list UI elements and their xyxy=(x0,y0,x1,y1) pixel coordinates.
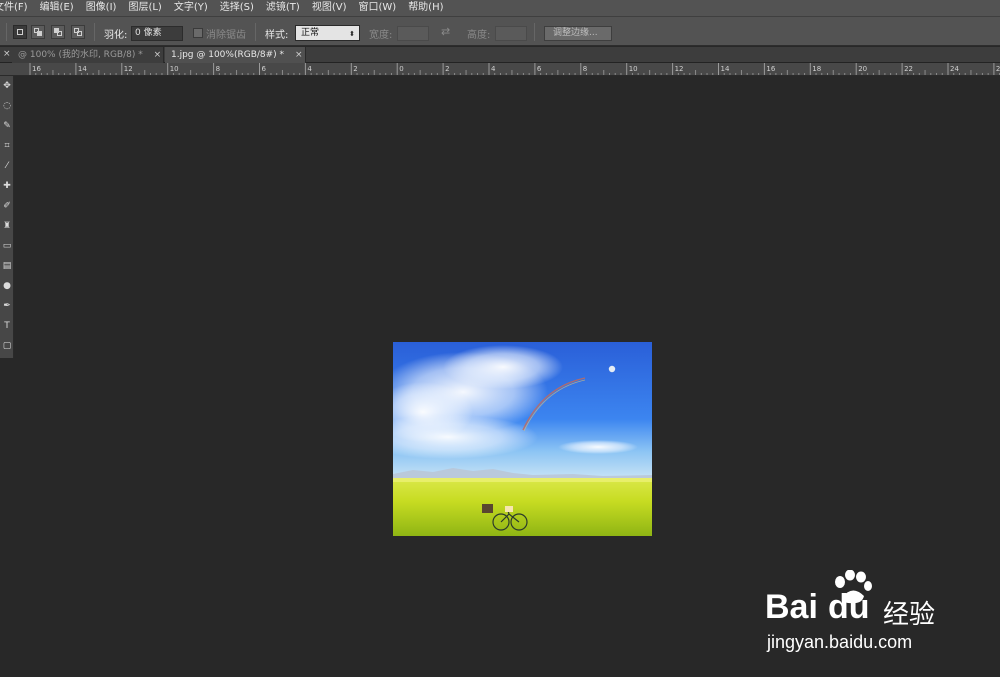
swap-icon[interactable]: ⇄ xyxy=(441,25,450,38)
divider xyxy=(255,23,256,41)
menu-type[interactable]: 文字(Y) xyxy=(168,0,214,16)
eraser-tool-icon[interactable]: ▭ xyxy=(0,236,14,256)
ruler-label: 6 xyxy=(262,65,267,73)
width-label: 宽度: xyxy=(369,30,393,41)
ruler-label: 6 xyxy=(537,65,542,73)
ruler-label: 2 xyxy=(445,65,449,73)
menu-image[interactable]: 图像(I) xyxy=(80,0,123,16)
ruler-label: 10 xyxy=(629,65,638,73)
feather-input[interactable]: 0 像素 xyxy=(131,26,183,41)
lasso-tool-icon[interactable]: ◌ xyxy=(0,96,14,116)
ruler-label: 16 xyxy=(32,65,41,73)
menu-filter[interactable]: 滤镜(T) xyxy=(260,0,306,16)
close-icon[interactable]: × xyxy=(154,50,162,60)
menu-file[interactable]: 文件(F) xyxy=(0,0,34,16)
ruler-label: 20 xyxy=(858,65,867,73)
brush-tool-icon[interactable]: ✐ xyxy=(0,196,14,216)
tab-1-jpg[interactable]: 1.jpg @ 100%(RGB/8#) * × xyxy=(165,47,306,63)
width-input[interactable] xyxy=(397,26,429,41)
close-icon[interactable]: × xyxy=(295,50,303,60)
horizontal-ruler[interactable]: 16141210864202468101214161820222426 xyxy=(14,63,1000,76)
healing-brush-tool-icon[interactable]: ✚ xyxy=(0,176,14,196)
subtract-selection-button[interactable] xyxy=(51,25,65,39)
watermark-url: jingyan.baidu.com xyxy=(767,632,913,652)
panel-close-icon[interactable]: × xyxy=(3,49,11,59)
ruler-label: 0 xyxy=(399,65,403,73)
ruler-label: 4 xyxy=(491,65,496,73)
baidu-jingyan-watermark: Bai du 经验 jingyan.baidu.com xyxy=(760,568,960,658)
tab-label: @ 100% (我的水印, RGB/8) * xyxy=(18,50,143,60)
ruler-label: 12 xyxy=(124,65,133,73)
add-selection-button[interactable] xyxy=(31,25,45,39)
antialias-checkbox[interactable] xyxy=(193,28,203,38)
shape-tool-icon[interactable]: ▢ xyxy=(0,336,14,356)
watermark-product: 经验 xyxy=(883,599,936,629)
dropdown-arrow-icon: ⬍ xyxy=(349,30,355,38)
ruler-label: 26 xyxy=(996,65,1000,73)
clone-stamp-tool-icon[interactable]: ♜ xyxy=(0,216,14,236)
ruler-label: 24 xyxy=(950,65,959,73)
options-bar: 羽化: 0 像素 消除锯齿 样式: 正常 ⬍ 宽度: ⇄ 高度: 调整边缘... xyxy=(0,16,1000,46)
watermark-brand: Bai xyxy=(765,588,818,626)
menu-layer[interactable]: 图层(L) xyxy=(122,0,167,16)
menu-view[interactable]: 视图(V) xyxy=(306,0,353,16)
divider xyxy=(94,23,95,41)
ruler-ticks: 16141210864202468101214161820222426 xyxy=(29,63,1000,75)
height-input[interactable] xyxy=(495,26,527,41)
ruler-label: 14 xyxy=(721,65,730,73)
style-value: 正常 xyxy=(301,28,320,38)
menu-bar: 文件(F) 编辑(E) 图像(I) 图层(L) 文字(Y) 选择(S) 滤镜(T… xyxy=(0,0,1000,16)
new-selection-icon xyxy=(17,29,23,35)
crop-tool-icon[interactable]: ⌗ xyxy=(0,136,14,156)
landscape-photo xyxy=(393,342,652,536)
document-image[interactable] xyxy=(393,342,652,536)
menu-help[interactable]: 帮助(H) xyxy=(402,0,449,16)
ruler-label: 14 xyxy=(78,65,87,73)
antialias-label: 消除锯齿 xyxy=(206,30,246,41)
quick-select-tool-icon[interactable]: ✎ xyxy=(0,116,14,136)
ruler-label: 10 xyxy=(170,65,179,73)
refine-edge-button[interactable]: 调整边缘... xyxy=(544,26,612,41)
type-tool-icon[interactable]: T xyxy=(0,316,14,336)
ruler-label: 2 xyxy=(353,65,357,73)
feather-label: 羽化: xyxy=(104,30,128,41)
tab-label: 1.jpg @ 100%(RGB/8#) * xyxy=(171,50,285,60)
divider xyxy=(534,23,535,41)
new-selection-button[interactable] xyxy=(13,25,27,39)
pen-tool-icon[interactable]: ✒ xyxy=(0,296,14,316)
ruler-label: 4 xyxy=(307,65,312,73)
dodge-tool-icon[interactable]: ● xyxy=(0,276,14,296)
menu-window[interactable]: 窗口(W) xyxy=(352,0,402,16)
ruler-label: 12 xyxy=(675,65,684,73)
document-tab-bar: × @ 100% (我的水印, RGB/8) * × 1.jpg @ 100%(… xyxy=(0,47,1000,63)
gradient-tool-icon[interactable]: ▤ xyxy=(0,256,14,276)
divider xyxy=(6,23,7,41)
ruler-corner xyxy=(0,63,14,76)
intersect-selection-button[interactable] xyxy=(71,25,85,39)
tab-watermark[interactable]: @ 100% (我的水印, RGB/8) * × xyxy=(12,47,164,63)
watermark-brand-suffix: du xyxy=(828,588,870,626)
height-label: 高度: xyxy=(467,30,491,41)
ruler-label: 16 xyxy=(766,65,775,73)
tools-panel: ✥ ◌ ✎ ⌗ ⁄ ✚ ✐ ♜ ▭ ▤ ● ✒ T ▢ xyxy=(0,76,14,358)
ruler-label: 18 xyxy=(812,65,821,73)
menu-select[interactable]: 选择(S) xyxy=(214,0,260,16)
ruler-label: 22 xyxy=(904,65,913,73)
style-label: 样式: xyxy=(265,30,289,41)
move-tool-icon[interactable]: ✥ xyxy=(0,76,14,96)
ruler-label: 8 xyxy=(583,65,587,73)
style-dropdown[interactable]: 正常 ⬍ xyxy=(295,25,360,41)
menu-edit[interactable]: 编辑(E) xyxy=(34,0,80,16)
eyedropper-tool-icon[interactable]: ⁄ xyxy=(0,156,14,176)
ruler-label: 8 xyxy=(216,65,220,73)
